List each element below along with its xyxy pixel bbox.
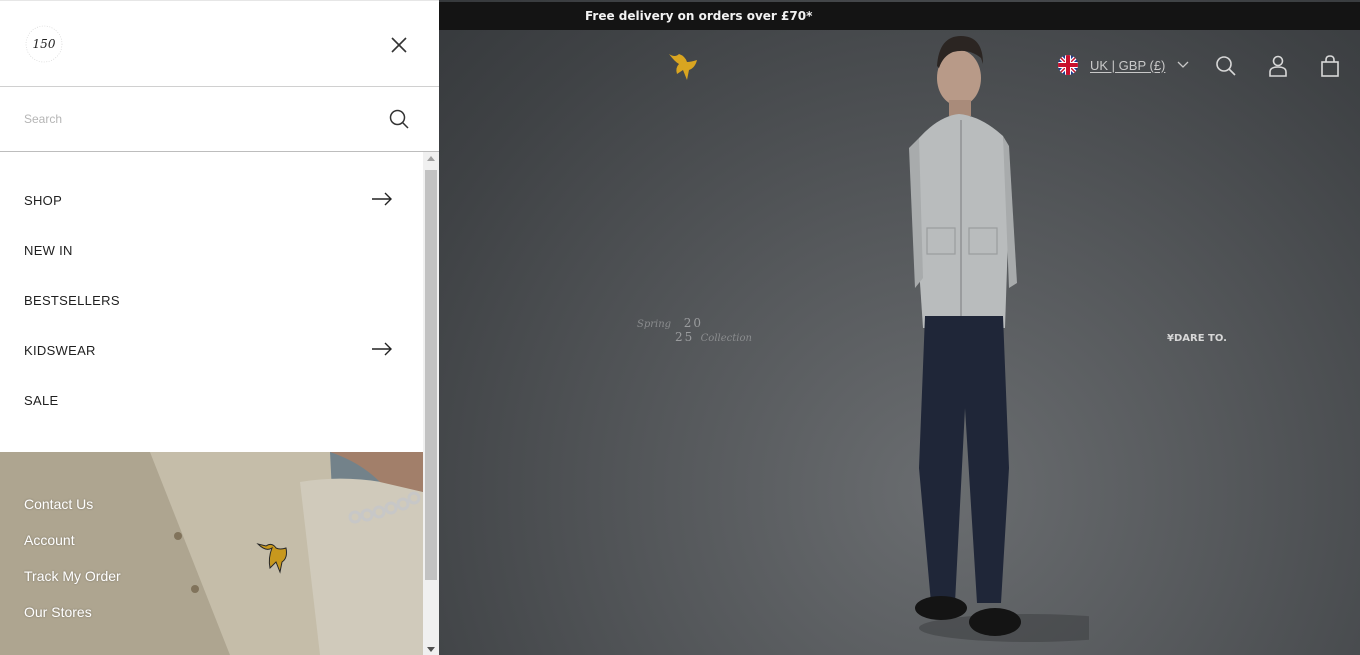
year-top: 20 (683, 316, 704, 330)
campaign-season-text: Spring 20 25 Collection (637, 316, 752, 344)
nav-item-shop[interactable]: SHOP (0, 175, 423, 225)
nav-item-new-in[interactable]: NEW IN (0, 225, 423, 275)
close-icon[interactable] (389, 35, 409, 55)
drawer-scrollbar[interactable] (423, 152, 439, 655)
promo-banner[interactable]: Free delivery on orders over £70* (439, 2, 1360, 30)
scroll-down-arrow-icon[interactable] (427, 647, 435, 652)
season-label: Spring (637, 319, 672, 330)
chevron-down-icon (1177, 61, 1189, 68)
campaign-tagline: ¥DARE TO. (1167, 333, 1227, 344)
year-bottom: 25 (675, 330, 695, 344)
eagle-small-icon: ¥ (1167, 333, 1174, 344)
contact-us-link[interactable]: Contact Us (24, 494, 121, 530)
arrow-right-icon (372, 192, 392, 206)
nav-item-kidswear[interactable]: KIDSWEAR (0, 325, 423, 375)
search-input[interactable] (24, 109, 364, 129)
side-drawer: 150 SHOP NEW IN BESTSELLERS KIDSWEAR (0, 0, 439, 655)
search-icon[interactable] (388, 108, 410, 130)
arrow-right-icon (372, 342, 392, 356)
search-icon[interactable] (1215, 55, 1237, 77)
track-order-link[interactable]: Track My Order (24, 566, 121, 602)
hero-model-image (909, 36, 1089, 642)
drawer-footer-links: Contact Us Account Track My Order Our St… (24, 494, 121, 638)
locale-selector[interactable]: UK | GBP (£) (1058, 55, 1189, 75)
hero-banner: Free delivery on orders over £70* UK | G… (439, 0, 1360, 655)
nav-item-sale[interactable]: SALE (0, 375, 423, 425)
scrollbar-thumb[interactable] (425, 170, 437, 580)
nav-item-label: BESTSELLERS (24, 292, 120, 308)
nav-item-label: SALE (24, 392, 59, 408)
our-stores-link[interactable]: Our Stores (24, 602, 121, 638)
locale-label: UK | GBP (£) (1090, 57, 1166, 73)
nav-item-label: KIDSWEAR (24, 342, 96, 358)
badge-text: 150 (33, 37, 56, 51)
drawer-search (0, 87, 439, 152)
account-icon[interactable] (1267, 55, 1289, 77)
anniversary-badge-icon[interactable]: 150 (24, 24, 64, 64)
bag-icon[interactable] (1319, 55, 1341, 77)
account-link[interactable]: Account (24, 530, 121, 566)
promo-text: Free delivery on orders over £70* (585, 9, 813, 23)
nav-item-label: SHOP (24, 192, 63, 208)
flag-uk-icon (1058, 55, 1078, 75)
nav-item-bestsellers[interactable]: BESTSELLERS (0, 275, 423, 325)
collection-label: Collection (700, 333, 752, 344)
nav-item-label: NEW IN (24, 242, 73, 258)
drawer-nav: SHOP NEW IN BESTSELLERS KIDSWEAR SALE (0, 152, 423, 452)
scroll-up-arrow-icon[interactable] (427, 156, 435, 161)
brand-eagle-logo[interactable] (665, 48, 701, 84)
drawer-header: 150 (0, 0, 439, 87)
